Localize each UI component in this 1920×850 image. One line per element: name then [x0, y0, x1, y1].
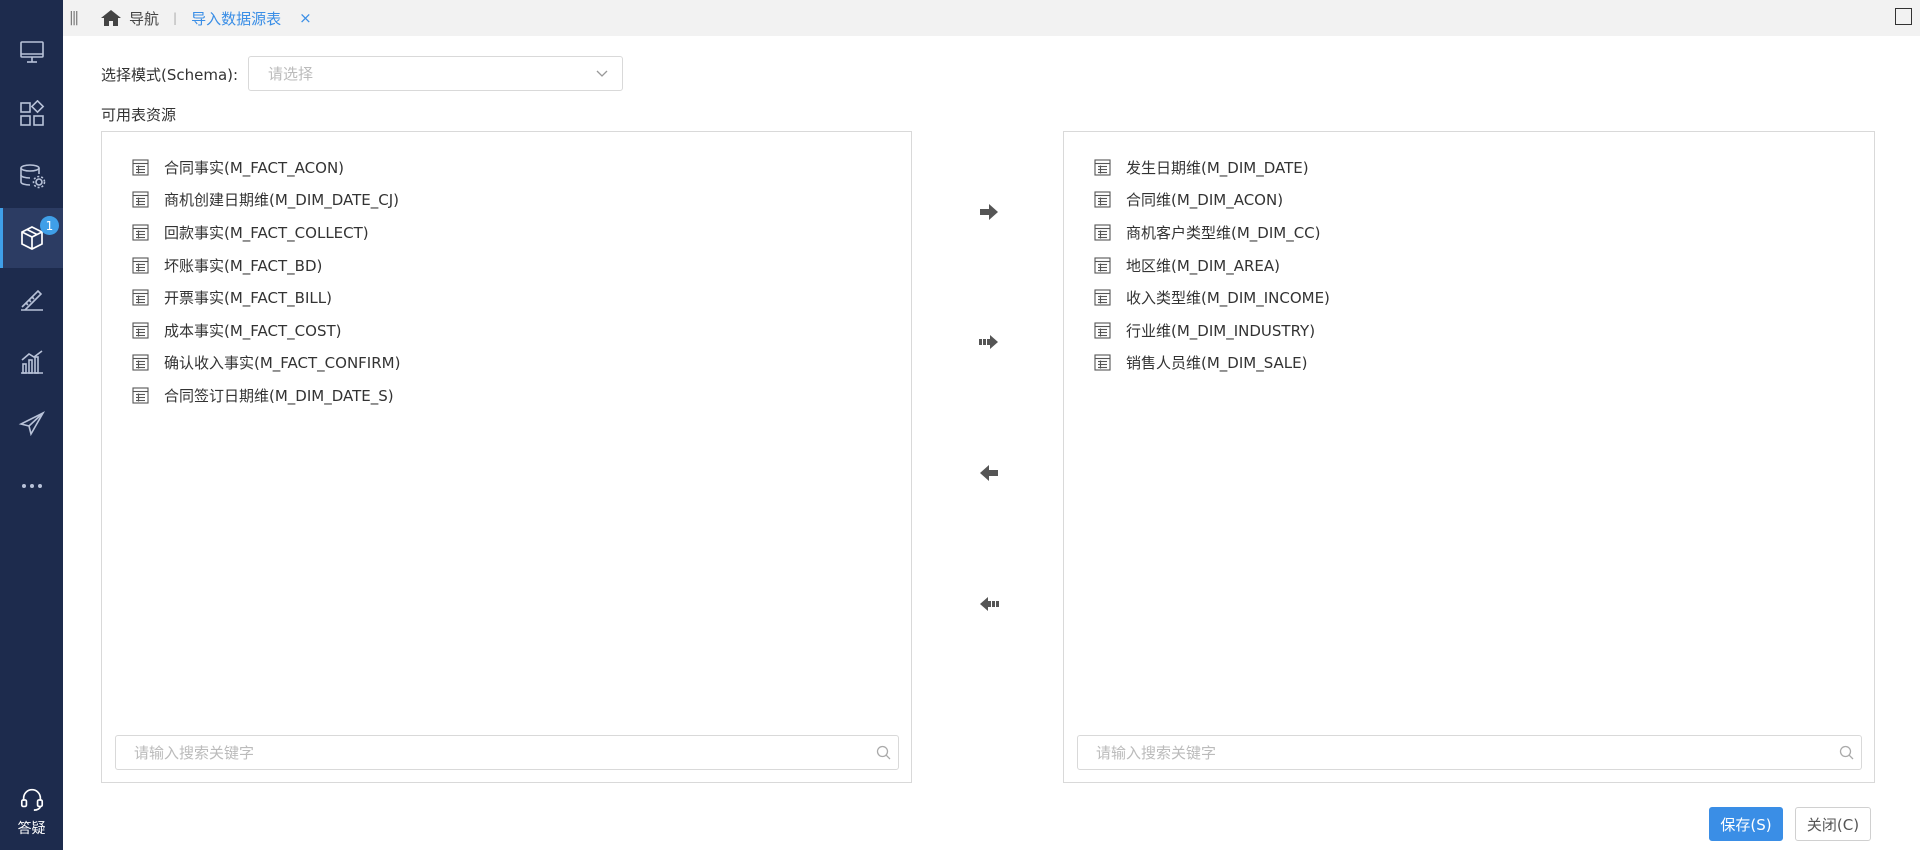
table-list-item[interactable]: 收入类型维(M_DIM_INCOME) [1094, 281, 1330, 314]
move-all-left-button[interactable] [975, 590, 1003, 618]
help-button[interactable]: 答疑 [0, 786, 63, 838]
table-icon [132, 354, 149, 371]
database-settings-icon [19, 164, 45, 189]
arrow-right-icon [980, 204, 998, 220]
table-list-item[interactable]: 发生日期维(M_DIM_DATE) [1094, 151, 1330, 184]
table-name: 商机创建日期维(M_DIM_DATE_CJ) [164, 191, 399, 210]
table-list-item[interactable]: 合同事实(M_FACT_ACON) [132, 151, 400, 184]
table-icon [1094, 354, 1111, 371]
selected-tables-list: 发生日期维(M_DIM_DATE) 合同维(M_DIM_ACON) 商机客户类型维(… [1094, 151, 1330, 379]
move-right-button[interactable] [975, 198, 1003, 226]
apps-grid-icon [19, 100, 44, 126]
table-list-item[interactable]: 销售人员维(M_DIM_SALE) [1094, 347, 1330, 380]
sidebar-item-tools[interactable] [0, 270, 63, 330]
home-icon [101, 10, 121, 26]
selected-tables-panel: 发生日期维(M_DIM_DATE) 合同维(M_DIM_ACON) 商机客户类型维(… [1063, 131, 1875, 783]
table-list-item[interactable]: 确认收入事实(M_FACT_CONFIRM) [132, 347, 400, 380]
sidebar-item-model[interactable]: 1 [0, 208, 63, 268]
double-arrow-right-icon [979, 335, 998, 349]
left-search-box [115, 735, 899, 770]
available-tables-label: 可用表资源 [101, 106, 177, 124]
table-list-item[interactable]: 行业维(M_DIM_INDUSTRY) [1094, 314, 1330, 347]
sidebar-item-datasource[interactable] [0, 146, 63, 206]
table-icon [1094, 257, 1111, 274]
sidebar-item-publish[interactable] [0, 394, 63, 454]
schema-label: 选择模式(Schema): [101, 66, 239, 84]
right-search-input[interactable] [1078, 736, 1839, 769]
table-icon [132, 159, 149, 176]
sidebar-item-analysis[interactable] [0, 332, 63, 392]
grip-icon[interactable]: ||| [69, 10, 83, 26]
table-icon [132, 257, 149, 274]
maximize-icon[interactable] [1895, 8, 1912, 25]
schema-select-placeholder: 请选择 [268, 65, 314, 83]
table-name: 销售人员维(M_DIM_SALE) [1126, 354, 1308, 373]
table-name: 发生日期维(M_DIM_DATE) [1126, 158, 1309, 177]
table-icon [132, 322, 149, 339]
table-list-item[interactable]: 合同维(M_DIM_ACON) [1094, 184, 1330, 217]
tab-home[interactable]: 导航 [101, 8, 159, 29]
table-icon [1094, 159, 1111, 176]
table-list-item[interactable]: 坏账事实(M_FACT_BD) [132, 249, 400, 282]
sidebar-item-monitor[interactable] [0, 22, 63, 82]
table-name: 开票事实(M_FACT_BILL) [164, 289, 332, 308]
table-list-item[interactable]: 商机客户类型维(M_DIM_CC) [1094, 216, 1330, 249]
sidebar: 1 答疑 [0, 0, 63, 850]
table-list-item[interactable]: 合同签订日期维(M_DIM_DATE_S) [132, 379, 400, 412]
close-button[interactable]: 关闭(C) [1795, 807, 1871, 841]
paper-plane-icon [18, 411, 45, 437]
table-name: 合同事实(M_FACT_ACON) [164, 158, 345, 177]
tab-bar: ||| 导航 | 导入数据源表 × [63, 0, 1920, 36]
tab-separator: | [173, 11, 178, 25]
search-icon[interactable] [876, 745, 891, 760]
chevron-down-icon [596, 70, 608, 77]
table-icon [1094, 322, 1111, 339]
table-name: 商机客户类型维(M_DIM_CC) [1126, 223, 1321, 242]
table-name: 行业维(M_DIM_INDUSTRY) [1126, 321, 1316, 340]
arrow-left-icon [980, 465, 998, 481]
table-icon [132, 387, 149, 404]
sidebar-item-apps[interactable] [0, 84, 63, 144]
table-list-item[interactable]: 成本事实(M_FACT_COST) [132, 314, 400, 347]
table-name: 收入类型维(M_DIM_INCOME) [1126, 289, 1330, 308]
table-name: 合同签订日期维(M_DIM_DATE_S) [164, 386, 394, 405]
notification-badge: 1 [40, 216, 59, 235]
table-icon [132, 191, 149, 208]
table-name: 成本事实(M_FACT_COST) [164, 321, 342, 340]
tab-home-label: 导航 [129, 9, 160, 28]
table-icon [1094, 224, 1111, 241]
move-all-right-button[interactable] [975, 328, 1003, 356]
save-button[interactable]: 保存(S) [1709, 807, 1783, 841]
schema-select[interactable]: 请选择 [248, 56, 623, 91]
table-icon [1094, 289, 1111, 306]
table-list-item[interactable]: 开票事实(M_FACT_BILL) [132, 281, 400, 314]
table-list-item[interactable]: 地区维(M_DIM_AREA) [1094, 249, 1330, 282]
more-dots-icon [21, 484, 42, 488]
headset-icon [20, 788, 43, 811]
table-name: 合同维(M_DIM_ACON) [1126, 191, 1284, 210]
table-list-item[interactable]: 回款事实(M_FACT_COLLECT) [132, 216, 400, 249]
table-name: 地区维(M_DIM_AREA) [1126, 256, 1280, 275]
available-tables-panel: 合同事实(M_FACT_ACON) 商机创建日期维(M_DIM_DATE_CJ) 回… [101, 131, 912, 783]
table-icon [132, 224, 149, 241]
move-left-button[interactable] [975, 459, 1003, 487]
monitor-icon [19, 41, 44, 63]
table-icon [132, 289, 149, 306]
right-search-box [1077, 735, 1862, 770]
search-icon[interactable] [1839, 745, 1854, 760]
table-name: 确认收入事实(M_FACT_CONFIRM) [164, 354, 401, 373]
sidebar-item-more[interactable] [0, 456, 63, 516]
double-arrow-left-icon [980, 597, 999, 611]
tab-import-datasource[interactable]: 导入数据源表 [191, 8, 281, 29]
left-search-input[interactable] [116, 736, 876, 769]
table-name: 回款事实(M_FACT_COLLECT) [164, 223, 369, 242]
available-tables-list: 合同事实(M_FACT_ACON) 商机创建日期维(M_DIM_DATE_CJ) 回… [132, 151, 400, 412]
ruler-triangle-icon [20, 289, 43, 311]
close-icon[interactable]: × [299, 9, 312, 27]
table-name: 坏账事实(M_FACT_BD) [164, 256, 323, 275]
bar-chart-icon [20, 350, 43, 374]
help-label: 答疑 [17, 821, 46, 837]
table-icon [1094, 191, 1111, 208]
table-list-item[interactable]: 商机创建日期维(M_DIM_DATE_CJ) [132, 184, 400, 217]
